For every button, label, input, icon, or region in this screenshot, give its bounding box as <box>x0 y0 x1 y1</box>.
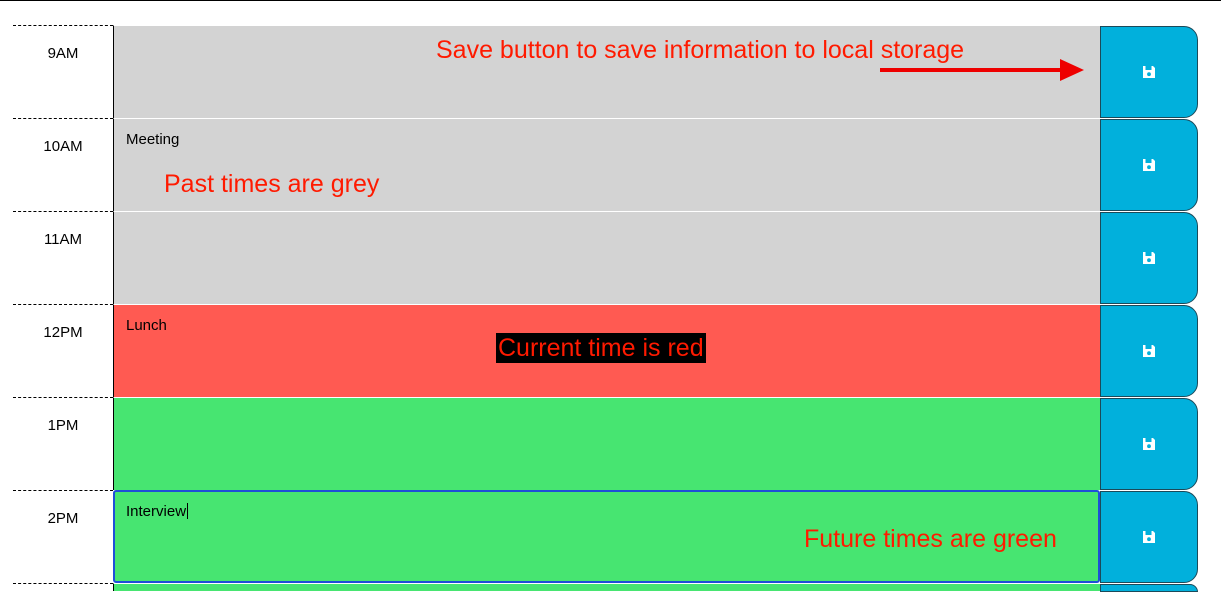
annotation-past: Past times are grey <box>164 170 380 198</box>
event-text: Lunch <box>126 317 167 334</box>
save-icon <box>1143 159 1155 171</box>
save-icon <box>1143 252 1155 264</box>
time-block-row: 1PM <box>13 397 1198 490</box>
save-button[interactable] <box>1100 212 1198 304</box>
save-button[interactable] <box>1100 398 1198 490</box>
planner: 9AM 10AM Meeting 11AM 12PM Lunch 1PM 2PM… <box>13 25 1198 583</box>
hour-label: 10AM <box>13 118 113 211</box>
event-text: Interview <box>126 503 187 520</box>
annotation-present: Current time is red <box>496 333 706 363</box>
hour-label: 2PM <box>13 490 113 583</box>
save-button[interactable] <box>1100 305 1198 397</box>
event-description-input[interactable] <box>113 211 1100 304</box>
save-icon <box>1143 531 1155 543</box>
save-icon <box>1143 66 1155 78</box>
arrow-icon <box>880 59 1084 81</box>
save-button[interactable] <box>1100 119 1198 211</box>
text-caret <box>187 503 189 519</box>
hour-label: 11AM <box>13 211 113 304</box>
event-text: Meeting <box>126 131 180 148</box>
time-block-row-partial <box>13 583 1198 592</box>
save-icon <box>1143 438 1155 450</box>
hour-label: 1PM <box>13 397 113 490</box>
annotation-future: Future times are green <box>804 525 1057 553</box>
hour-label: 12PM <box>13 304 113 397</box>
hour-label: 9AM <box>13 25 113 118</box>
event-description-input[interactable] <box>113 397 1100 490</box>
save-button[interactable] <box>1100 26 1198 118</box>
top-rule <box>0 0 1221 1</box>
save-button[interactable] <box>1100 491 1198 583</box>
save-icon <box>1143 345 1155 357</box>
time-block-row: 11AM <box>13 211 1198 304</box>
event-description-input[interactable] <box>113 583 1100 591</box>
hour-label <box>13 583 113 591</box>
